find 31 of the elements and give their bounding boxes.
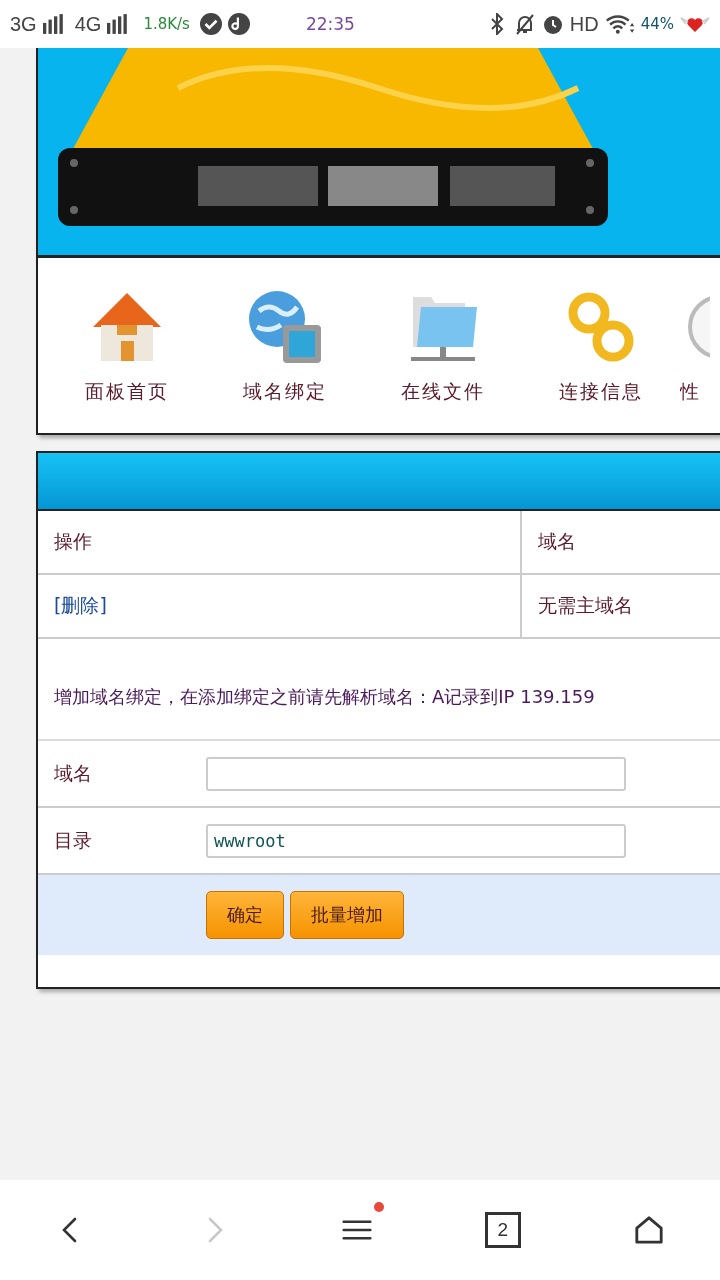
- delete-link[interactable]: [删除]: [54, 593, 107, 619]
- bell-off-icon: [513, 13, 536, 35]
- notice-text: 增加域名绑定，在添加绑定之前请先解析域名：A记录到IP 139.159: [38, 639, 720, 741]
- submit-button[interactable]: 确定: [206, 891, 284, 939]
- tab-count-button[interactable]: 2: [484, 1212, 521, 1248]
- nav-item[interactable]: 域名绑定: [206, 286, 364, 405]
- network-label: 4G: [74, 12, 102, 36]
- network-label: 3G: [10, 12, 37, 36]
- nav-item[interactable]: 连接信息: [522, 286, 680, 405]
- submit-button[interactable]: 批量增加: [290, 891, 404, 939]
- field-label: 域名: [53, 760, 93, 786]
- hd-label: HD: [569, 12, 599, 36]
- signal-icon: [107, 14, 130, 34]
- app-icon: [227, 13, 250, 35]
- nav-item[interactable]: 性: [680, 286, 710, 405]
- clock: 22:35: [305, 14, 355, 34]
- battery-percent: 44%: [640, 15, 674, 33]
- nav-item[interactable]: 面板首页: [48, 286, 206, 405]
- input-field[interactable]: wwwroot: [206, 823, 626, 858]
- network-speed: 1.8K/s: [143, 15, 190, 33]
- check-circle-icon: [199, 13, 222, 35]
- table-cell-text: 无需主域名: [537, 593, 634, 618]
- table-header-cell-text: 域名: [537, 529, 577, 554]
- wifi-icon: [604, 13, 635, 35]
- table-header-cell: 操作: [38, 511, 522, 573]
- input-field[interactable]: [206, 756, 626, 791]
- home-icon[interactable]: [633, 1214, 664, 1246]
- alarm-clock-icon: [541, 13, 564, 35]
- nav-item[interactable]: 在线文件: [364, 286, 522, 405]
- field-label: 目录: [53, 827, 93, 853]
- signal-icon: [42, 14, 65, 34]
